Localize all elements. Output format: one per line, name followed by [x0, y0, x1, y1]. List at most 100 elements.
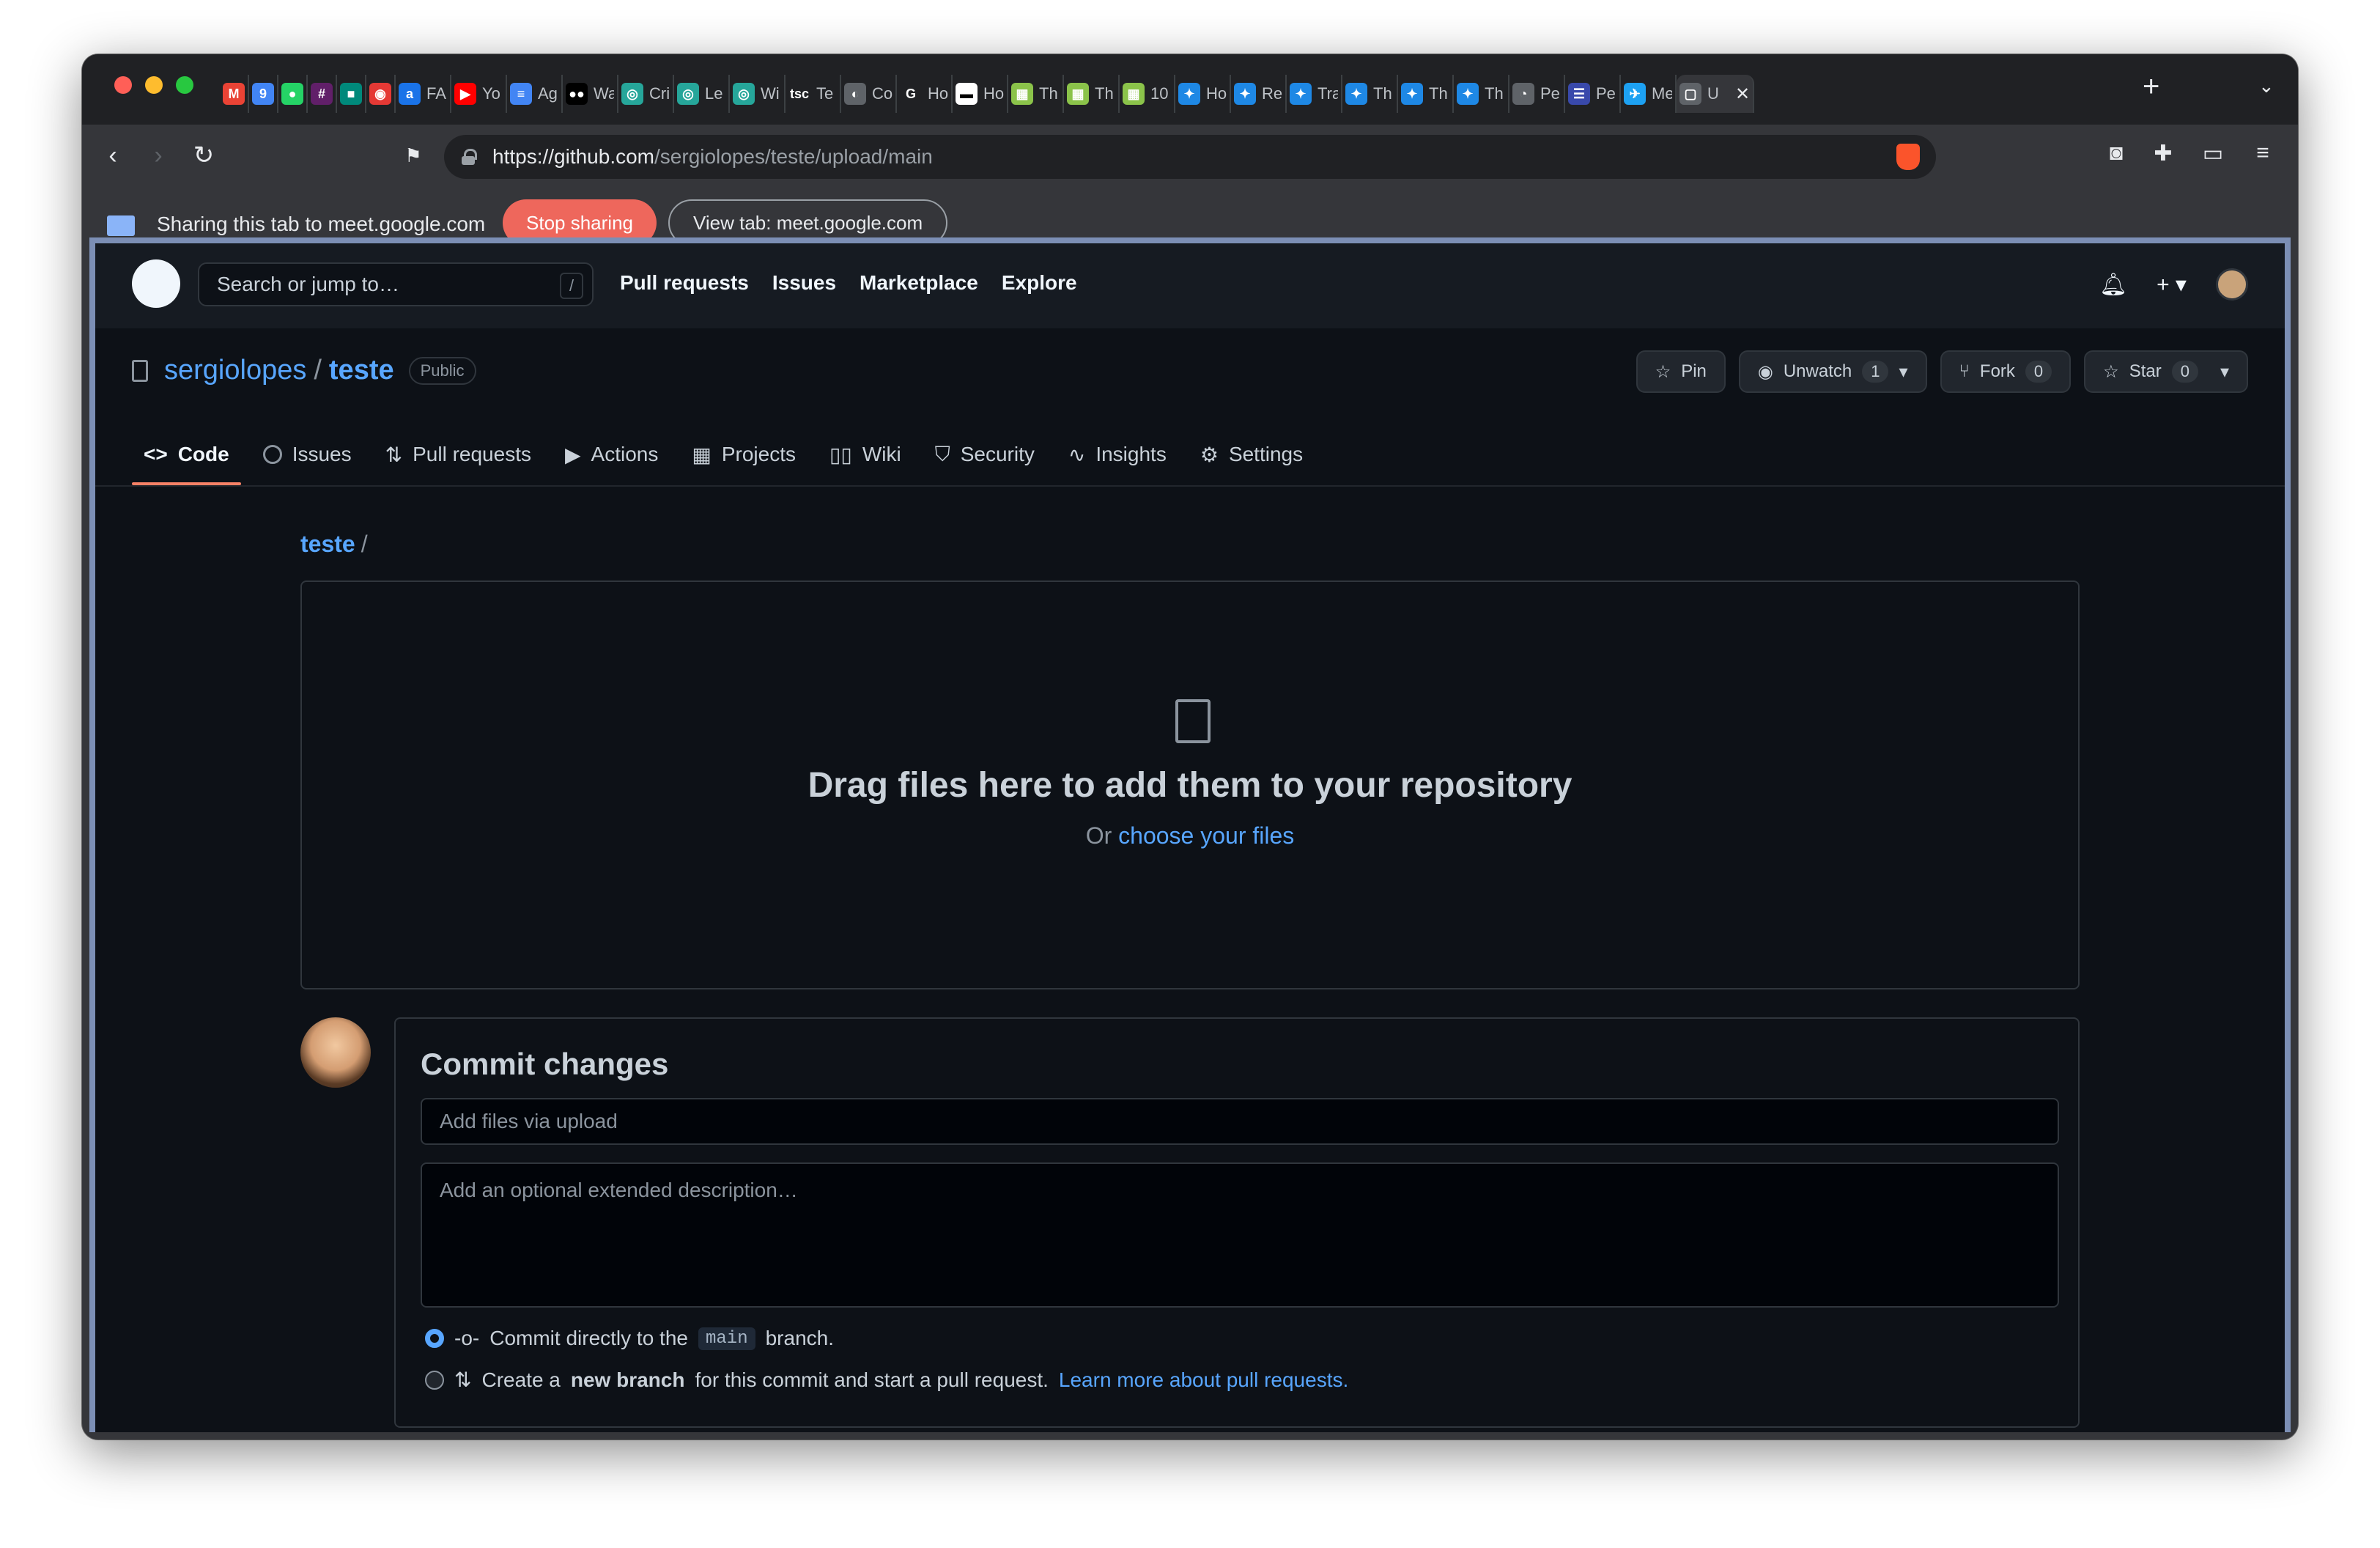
browser-tab[interactable]: ✦ Re — [1231, 75, 1287, 113]
tab-label: Settings — [1228, 443, 1304, 465]
reload-icon[interactable]: ↻ — [188, 139, 220, 172]
tab-projects[interactable]: ▦ Projects — [680, 424, 808, 485]
tab-insights[interactable]: ∿ Insights — [1057, 424, 1178, 485]
nav-pull-requests[interactable]: Pull requests — [620, 271, 749, 295]
browser-tab[interactable]: # — [308, 75, 337, 113]
browser-tab[interactable]: ■ — [337, 75, 366, 113]
bitwarden-icon[interactable]: ◙ — [2102, 141, 2131, 170]
favicon-icon: ▦ — [1067, 83, 1089, 105]
commit-title: Commit changes — [421, 1047, 669, 1081]
browser-tab[interactable]: ▬ Ho — [953, 75, 1008, 113]
browser-tab[interactable]: ●● Wa — [563, 75, 618, 113]
browser-tab[interactable]: a FA — [396, 75, 451, 113]
tab-title: Th — [1095, 84, 1114, 103]
commit-description-textarea[interactable]: Add an optional extended description… — [421, 1162, 2059, 1308]
repo-nav: <> Code Issues ⇅ Pull requests ▶ Actions ▦ P… — [132, 424, 1325, 485]
file-drop-zone[interactable]: Drag files here to add them to your repo… — [300, 580, 2080, 989]
browser-tab[interactable]: ✦ Th — [1342, 75, 1398, 113]
browser-tab[interactable]: ✈ Me — [1621, 75, 1677, 113]
tab-issues[interactable]: Issues — [251, 424, 363, 485]
commit-direct-option[interactable]: -o- Commit directly to the main branch. — [425, 1327, 834, 1350]
brave-shields-icon[interactable] — [1896, 144, 1920, 170]
choose-files-link[interactable]: choose your files — [1118, 822, 1294, 849]
pin-button[interactable]: ☆ Pin — [1636, 350, 1726, 393]
search-input[interactable]: Search or jump to… / — [198, 262, 594, 306]
chevron-down-icon[interactable]: ▾ — [2220, 361, 2229, 383]
avatar[interactable] — [2216, 268, 2248, 301]
favicon-icon: ◐ — [844, 83, 866, 105]
extensions-icon[interactable]: ✚ — [2148, 141, 2178, 170]
url-text[interactable]: https://github.com/sergiolopes/teste/upl… — [492, 145, 933, 169]
browser-tab[interactable]: ◎ Cri — [618, 75, 674, 113]
tab-actions[interactable]: ▶ Actions — [553, 424, 670, 485]
nav-issues[interactable]: Issues — [772, 271, 836, 295]
favicon-icon: ▦ — [1123, 83, 1145, 105]
nav-marketplace[interactable]: Marketplace — [860, 271, 978, 295]
back-icon[interactable]: ‹ — [97, 139, 129, 172]
address-bar[interactable]: https://github.com/sergiolopes/teste/upl… — [444, 135, 1936, 179]
unwatch-button[interactable]: ◉ Unwatch 1 ▾ — [1738, 350, 1927, 393]
repo-name-link[interactable]: teste — [329, 355, 394, 386]
github-logo-icon[interactable] — [132, 259, 180, 308]
browser-tab[interactable]: ✦ Tra — [1287, 75, 1342, 113]
browser-tab[interactable]: tsc Te — [786, 75, 841, 113]
tab-pull-requests[interactable]: ⇅ Pull requests — [374, 424, 543, 485]
browser-tab[interactable]: 9 — [249, 75, 278, 113]
browser-tab[interactable]: ✦ Th — [1454, 75, 1509, 113]
browser-tab[interactable]: M — [220, 75, 249, 113]
browser-tab[interactable]: ▦ Th — [1008, 75, 1064, 113]
browser-tab[interactable]: ◉ — [366, 75, 396, 113]
browser-tab[interactable]: ✦ Ho — [1175, 75, 1231, 113]
browser-tab[interactable]: ▶ Yo — [451, 75, 507, 113]
wallet-icon[interactable]: ▭ — [2198, 141, 2228, 170]
tab-wiki[interactable]: ▯▯ Wiki — [818, 424, 913, 485]
browser-tab[interactable]: ◎ Wi — [730, 75, 786, 113]
tab-settings[interactable]: ⚙ Settings — [1189, 424, 1315, 485]
repo-owner-link[interactable]: sergiolopes — [164, 355, 306, 386]
star-button[interactable]: ☆ Star 0 ▾ — [2084, 350, 2248, 393]
nav-explore[interactable]: Explore — [1002, 271, 1077, 295]
browser-tab[interactable]: ☰ Pe — [1565, 75, 1621, 113]
drop-subtitle: Or choose your files — [302, 822, 2078, 849]
commit-summary-input[interactable]: Add files via upload — [421, 1098, 2059, 1145]
zoom-window-button[interactable] — [176, 76, 193, 94]
pull-request-icon: ⇅ — [385, 443, 403, 466]
tab-strip: M 9 ● # ■ ◉ a FA ▶ Yo ≡ Ag ●● Wa ◎ Cri ◎ Le ◎ Wi tsc Te ◐ Co G Ho… — [82, 54, 2298, 125]
radio-commit-direct[interactable] — [425, 1329, 444, 1348]
tab-security[interactable]: ⛉ Security — [923, 424, 1046, 485]
tab-label: Pull requests — [413, 443, 531, 465]
browser-tab[interactable]: ● — [278, 75, 308, 113]
bell-icon[interactable]: 🔔︎ — [2099, 272, 2127, 298]
browser-tab[interactable]: ◔ Pe — [1509, 75, 1565, 113]
favicon-icon: a — [399, 83, 421, 105]
browser-tab[interactable]: ◎ Le — [674, 75, 730, 113]
plus-dropdown-icon[interactable]: + ▾ — [2157, 272, 2187, 298]
breadcrumb-repo-link[interactable]: teste — [300, 531, 355, 557]
learn-more-link[interactable]: Learn more about pull requests. — [1059, 1368, 1348, 1392]
tab-code[interactable]: <> Code — [132, 424, 241, 485]
fork-button[interactable]: ⑂ Fork 0 — [1940, 350, 2072, 393]
browser-tab[interactable]: G Ho — [897, 75, 953, 113]
nav-divider — [95, 485, 2285, 487]
close-tab-icon[interactable]: ✕ — [1735, 84, 1750, 105]
tab-label: Projects — [721, 443, 796, 465]
close-window-button[interactable] — [114, 76, 132, 94]
window-controls — [114, 76, 193, 94]
browser-tab[interactable]: ≡ Ag — [507, 75, 563, 113]
forward-icon[interactable]: › — [142, 139, 174, 172]
browser-tab[interactable]: ▦ 10 — [1120, 75, 1175, 113]
browser-tab[interactable]: ✦ Th — [1398, 75, 1454, 113]
bookmark-icon[interactable]: ⚑ — [397, 139, 429, 172]
browser-tab[interactable]: ▦ Th — [1064, 75, 1120, 113]
radio-new-branch[interactable] — [425, 1370, 444, 1390]
favicon-icon: ✈ — [1624, 83, 1646, 105]
tab-search-button[interactable]: ⌄ — [2258, 75, 2274, 97]
browser-tab[interactable]: ▢ U ✕ — [1677, 75, 1755, 113]
tab-title: Th — [1429, 84, 1448, 103]
browser-tab[interactable]: ◐ Co — [841, 75, 897, 113]
tab-title: Yo — [482, 84, 500, 103]
new-tab-button[interactable]: + — [2143, 70, 2159, 103]
new-branch-option[interactable]: ⇅ Create a new branch for this commit an… — [425, 1368, 1348, 1392]
minimize-window-button[interactable] — [145, 76, 163, 94]
menu-icon[interactable]: ≡ — [2248, 141, 2277, 170]
